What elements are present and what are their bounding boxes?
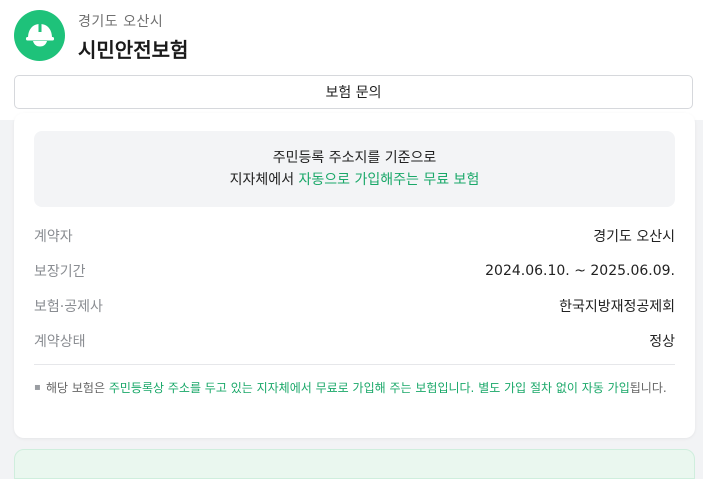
summary-line-1: 주민등록 주소지를 기준으로 <box>272 150 437 166</box>
detail-value: 경기도 오산시 <box>593 228 675 245</box>
detail-label: 계약상태 <box>34 333 86 350</box>
detail-row-period: 보장기간 2024.06.10. ~ 2025.06.09. <box>34 253 675 288</box>
org-name: 경기도 오산시 <box>78 14 164 30</box>
detail-value: 정상 <box>649 333 675 350</box>
divider <box>34 364 675 365</box>
bullet-icon: ▪ <box>34 382 41 393</box>
summary-line-2: 지자체에서 자동으로 가입해주는 무료 보험 <box>230 169 480 191</box>
detail-label: 보장기간 <box>34 263 86 280</box>
detail-label: 계약자 <box>34 228 73 245</box>
summary-line-2-highlight: 자동으로 가입해주는 무료 보험 <box>298 172 480 188</box>
insurance-note: ▪ 해당 보험은 주민등록상 주소를 두고 있는 지자체에서 무료로 가입해 주는… <box>34 379 675 397</box>
insurance-inquiry-button[interactable]: 보험 문의 <box>14 75 693 109</box>
detail-list: 계약자 경기도 오산시 보장기간 2024.06.10. ~ 2025.06.0… <box>34 218 675 358</box>
helmet-icon <box>24 18 56 54</box>
detail-row-insurer: 보험·공제사 한국지방재정공제회 <box>34 288 675 323</box>
detail-value: 2024.06.10. ~ 2025.06.09. <box>485 262 675 279</box>
summary-line-2-prefix: 지자체에서 <box>229 172 299 188</box>
note-prefix: 해당 보험은 <box>46 381 109 395</box>
page-title: 시민안전보험 <box>78 38 189 62</box>
detail-label: 보험·공제사 <box>34 298 103 315</box>
note-suffix: 됩니다. <box>629 381 667 395</box>
next-section-panel <box>14 449 695 479</box>
insurance-info-card: 주민등록 주소지를 기준으로 지자체에서 자동으로 가입해주는 무료 보험 계약… <box>14 113 695 438</box>
detail-value: 한국지방재정공제회 <box>559 298 675 315</box>
logo <box>14 10 65 61</box>
detail-row-status: 계약상태 정상 <box>34 323 675 358</box>
detail-row-contractor: 계약자 경기도 오산시 <box>34 218 675 253</box>
summary-box: 주민등록 주소지를 기준으로 지자체에서 자동으로 가입해주는 무료 보험 <box>34 131 675 207</box>
note-highlight: 주민등록상 주소를 두고 있는 지자체에서 무료로 가입해 주는 보험입니다. … <box>108 381 630 395</box>
